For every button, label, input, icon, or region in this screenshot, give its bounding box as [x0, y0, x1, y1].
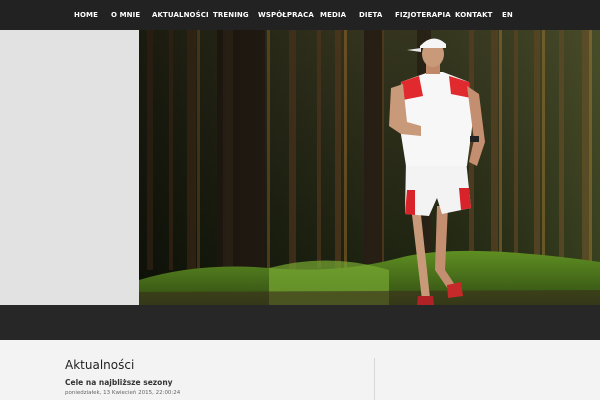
nav-item-kontakt[interactable]: KONTAKT — [455, 0, 492, 30]
news-section: Aktualności Cele na najbliższe sezony po… — [0, 340, 600, 400]
nav-item-media[interactable]: MEDIA — [320, 0, 346, 30]
article-date: poniedziałek, 13 Kwiecień 2015, 22:00:24 — [65, 390, 181, 396]
hero-side-panel — [0, 30, 139, 305]
nav-item-language-en[interactable]: EN — [502, 0, 513, 30]
nav-item-wspolpraca[interactable]: WSPÓŁPRACA — [258, 0, 314, 30]
main-navigation: HOME O MNIE AKTUALNOŚCI TRENING WSPÓŁPRA… — [0, 0, 600, 30]
column-divider — [374, 358, 375, 400]
hero-banner — [0, 30, 600, 305]
nav-item-trening[interactable]: TRENING — [213, 0, 249, 30]
nav-item-home[interactable]: HOME — [74, 0, 98, 30]
nav-item-aktualnosci[interactable]: AKTUALNOŚCI — [152, 0, 209, 30]
section-title: Aktualności — [65, 358, 135, 372]
hero-bottom-band — [0, 305, 600, 340]
nav-item-fizjoterapia[interactable]: FIZJOTERAPIA — [395, 0, 451, 30]
article-title-link[interactable]: Cele na najbliższe sezony — [65, 378, 173, 387]
nav-item-dieta[interactable]: DIETA — [359, 0, 382, 30]
runner-in-forest-photo — [139, 30, 600, 305]
nav-item-o-mnie[interactable]: O MNIE — [111, 0, 140, 30]
